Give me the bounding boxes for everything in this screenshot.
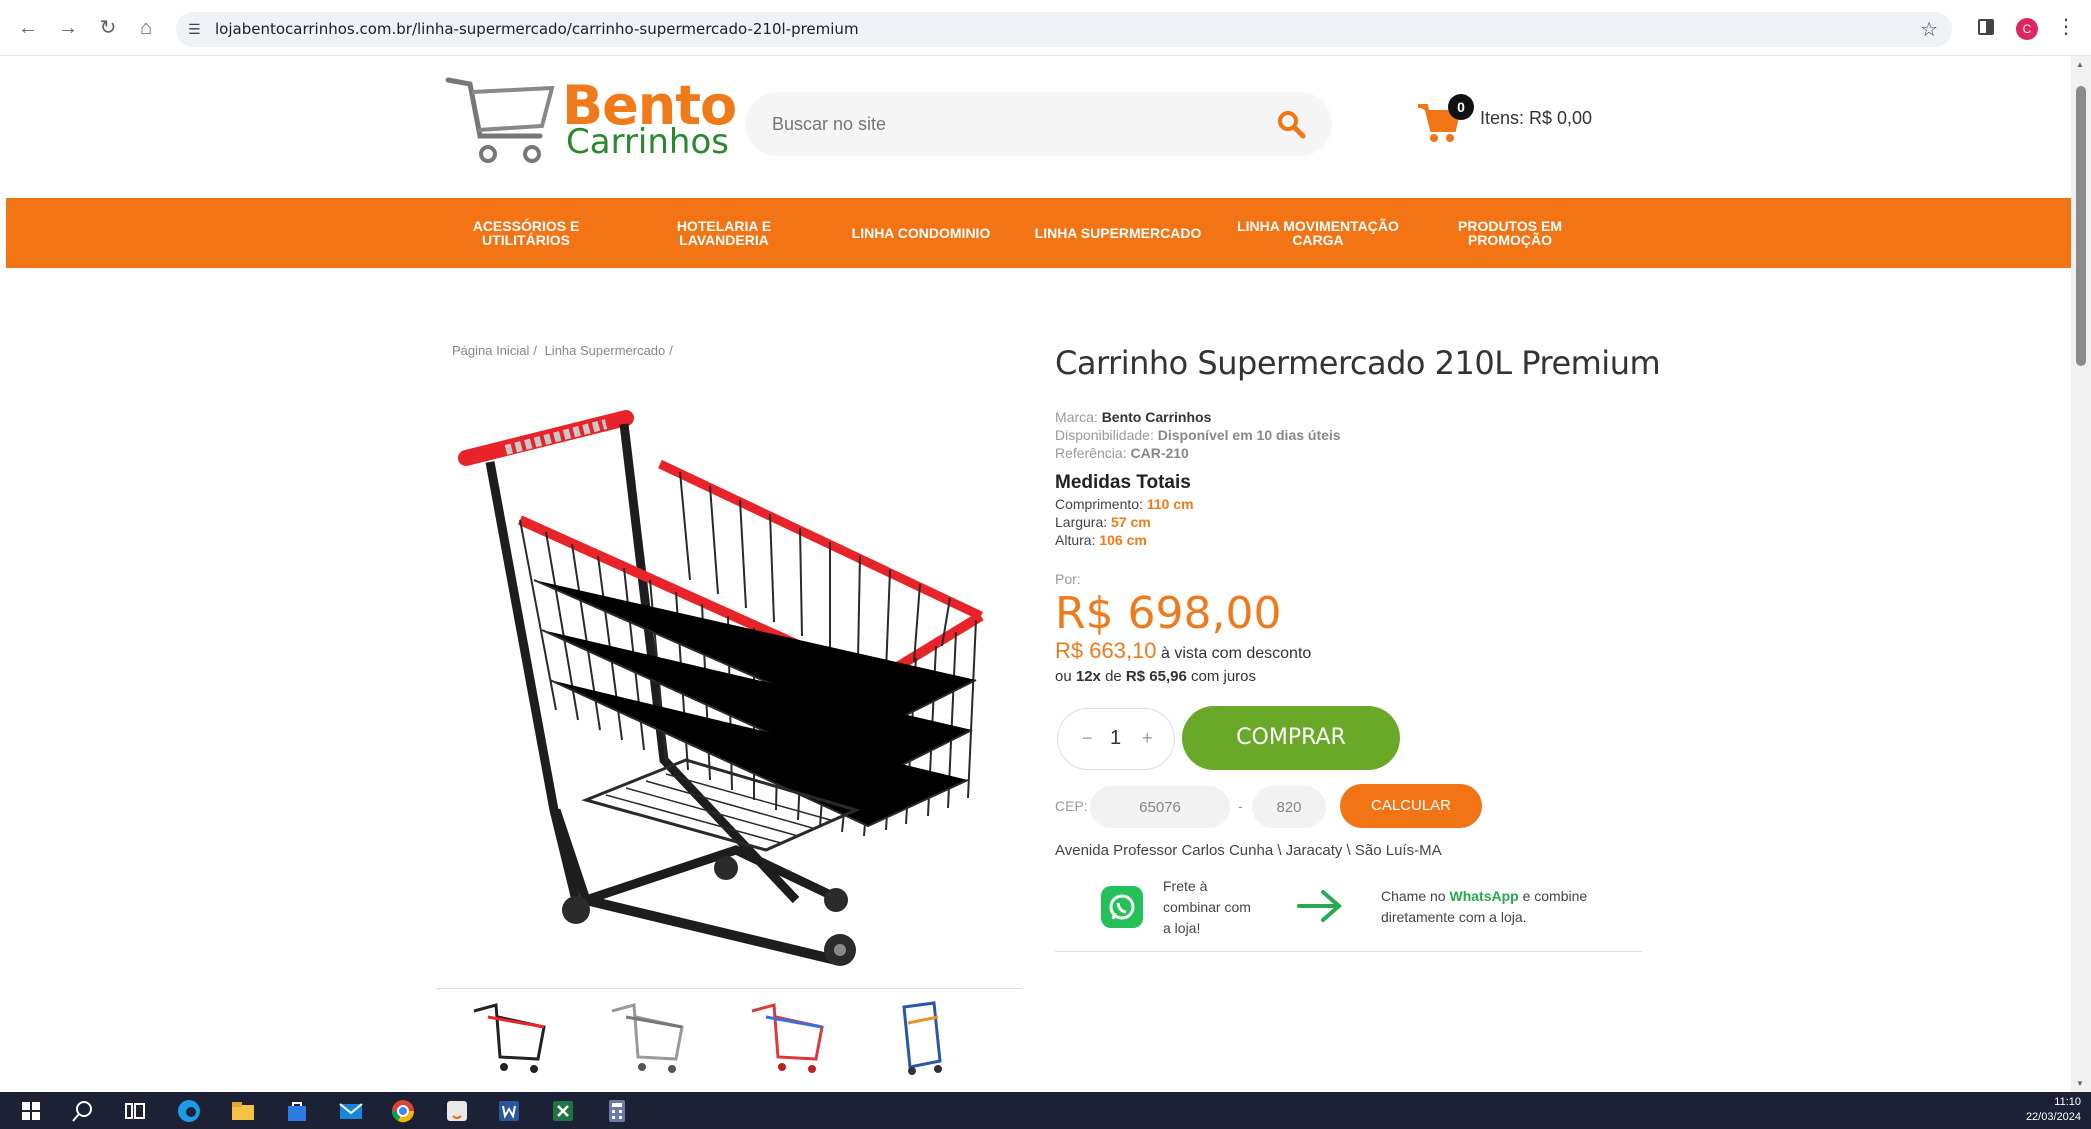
qty-decrease-button[interactable]: − <box>1082 728 1093 749</box>
excel-icon[interactable] <box>550 1098 576 1124</box>
nav-item-supermercado[interactable]: LINHA SUPERMERCADO <box>1028 198 1208 268</box>
windows-taskbar: 11:10 22/03/2024 <box>0 1092 2091 1129</box>
measure-width: Largura: 57 cm <box>1055 514 1151 530</box>
thumbnail-strip <box>436 988 1022 1078</box>
nav-item-movimentacao[interactable]: LINHA MOVIMENTAÇÃO CARGA <box>1228 198 1408 268</box>
cep-dash: - <box>1238 798 1243 814</box>
system-clock[interactable]: 11:10 22/03/2024 <box>2026 1095 2081 1125</box>
scroll-thumb[interactable] <box>2076 86 2086 366</box>
product-main-image[interactable] <box>436 380 1022 980</box>
calculator-icon[interactable] <box>604 1098 630 1124</box>
cep-label: CEP: <box>1055 798 1088 814</box>
reload-icon[interactable]: ↻ <box>94 14 122 42</box>
search-box <box>746 92 1332 156</box>
browser-menu-icon[interactable]: ⋮ <box>2056 14 2076 39</box>
windows-start-icon[interactable] <box>18 1098 44 1124</box>
product-price: R$ 698,00 <box>1055 588 1282 639</box>
buy-button[interactable]: COMPRAR <box>1182 706 1400 770</box>
thumbnail-blue[interactable] <box>884 997 964 1077</box>
side-panel-icon[interactable] <box>1978 19 1994 35</box>
site-info-icon[interactable]: ☰ <box>188 19 208 39</box>
thumbnail-white[interactable] <box>606 997 686 1077</box>
availability-value: Disponível em 10 dias úteis <box>1157 427 1341 443</box>
mini-cart[interactable]: 0 Itens: R$ 0,00 <box>1416 94 1606 144</box>
cep-field-1[interactable] <box>1090 786 1230 828</box>
java-icon[interactable] <box>444 1098 470 1124</box>
qty-value[interactable]: 1 <box>1110 727 1121 750</box>
url-text[interactable]: lojabentocarrinhos.com.br/linha-supermer… <box>215 20 859 38</box>
quantity-stepper: − 1 + <box>1057 708 1175 770</box>
reference-value: CAR-210 <box>1130 445 1189 461</box>
product-title: Carrinho Supermercado 210L Premium <box>1055 344 1661 382</box>
scroll-down-icon[interactable]: ▼ <box>2076 1079 2084 1088</box>
cep-field-2[interactable] <box>1252 786 1326 828</box>
back-icon[interactable]: ← <box>14 14 42 42</box>
price-prefix: Por: <box>1055 571 1081 587</box>
qty-increase-button[interactable]: + <box>1142 728 1153 749</box>
scroll-up-icon[interactable]: ▲ <box>2076 60 2084 69</box>
shipping-note: Frete à combinar com a loja! <box>1163 878 1251 936</box>
chrome-icon[interactable] <box>390 1098 416 1124</box>
edge-icon[interactable] <box>176 1098 202 1124</box>
brand-line: Marca: Bento Carrinhos <box>1055 409 1212 425</box>
search-taskbar-icon[interactable] <box>70 1098 96 1124</box>
mail-icon[interactable] <box>338 1098 364 1124</box>
measure-length: Comprimento: 110 cm <box>1055 496 1194 512</box>
thumbnail-red[interactable] <box>746 997 826 1077</box>
category-nav: ACESSÓRIOS E UTILITÁRIOS HOTELARIA E LAVAN… <box>6 198 2071 268</box>
installments-line: ou 12x de R$ 65,96 com juros <box>1055 668 1257 685</box>
file-explorer-icon[interactable] <box>230 1098 256 1124</box>
address-bar[interactable]: ☰ lojabentocarrinhos.com.br/linha-superm… <box>176 12 1952 47</box>
arrow-right-icon <box>1297 890 1343 922</box>
logo-text-carrinhos: Carrinhos <box>566 122 729 162</box>
nav-item-promocao[interactable]: PRODUTOS EM PROMOÇÃO <box>1430 198 1590 268</box>
cash-price-line: R$ 663,10 à vista com desconto <box>1055 638 1312 663</box>
whatsapp-link[interactable]: WhatsApp <box>1449 888 1518 904</box>
availability-line: Disponibilidade: Disponível em 10 dias ú… <box>1055 427 1341 443</box>
profile-avatar[interactable]: C <box>2016 18 2038 40</box>
task-view-icon[interactable] <box>122 1098 148 1124</box>
cart-total-label[interactable]: Itens: R$ 0,00 <box>1480 108 1592 129</box>
measure-height: Altura: 106 cm <box>1055 532 1147 548</box>
logo-cart-icon <box>445 77 555 163</box>
cash-price: R$ 663,10 <box>1055 638 1157 663</box>
reference-line: Referência: CAR-210 <box>1055 445 1189 461</box>
measures-title: Medidas Totais <box>1055 472 1191 493</box>
search-icon[interactable] <box>1276 109 1306 139</box>
nav-item-hotelaria[interactable]: HOTELARIA E LAVANDERIA <box>644 198 804 268</box>
home-icon[interactable]: ⌂ <box>132 14 160 42</box>
nav-item-acessorios[interactable]: ACESSÓRIOS E UTILITÁRIOS <box>446 198 606 268</box>
store-icon[interactable] <box>284 1098 310 1124</box>
brand-value[interactable]: Bento Carrinhos <box>1102 409 1212 425</box>
forward-icon[interactable]: → <box>54 14 82 42</box>
shipping-address: Avenida Professor Carlos Cunha \ Jaracat… <box>1055 842 1442 859</box>
page-scrollbar[interactable]: ▲ ▼ <box>2071 56 2091 1092</box>
bookmark-star-icon[interactable]: ☆ <box>1920 17 1938 42</box>
browser-toolbar: ← → ↻ ⌂ ☰ lojabentocarrinhos.com.br/linh… <box>0 0 2091 56</box>
breadcrumb: Página Inicial / Linha Supermercado / <box>452 343 673 358</box>
word-icon[interactable] <box>496 1098 522 1124</box>
store-logo[interactable]: Bento Carrinhos <box>444 74 737 174</box>
whatsapp-contact-text: Chame no WhatsApp e combine diretamente … <box>1381 888 1588 925</box>
thumbnail-black-red[interactable] <box>468 997 548 1077</box>
cart-count-badge: 0 <box>1448 94 1474 120</box>
search-input[interactable] <box>772 110 1252 138</box>
breadcrumb-home[interactable]: Página Inicial <box>452 343 529 358</box>
whatsapp-icon[interactable] <box>1101 886 1143 928</box>
shipping-info: Frete à combinar com a loja! Chame no Wh… <box>1055 872 1642 952</box>
breadcrumb-category[interactable]: Linha Supermercado <box>545 343 666 358</box>
nav-item-condominio[interactable]: LINHA CONDOMINIO <box>836 198 1006 268</box>
calculate-shipping-button[interactable]: CALCULAR <box>1340 784 1482 828</box>
